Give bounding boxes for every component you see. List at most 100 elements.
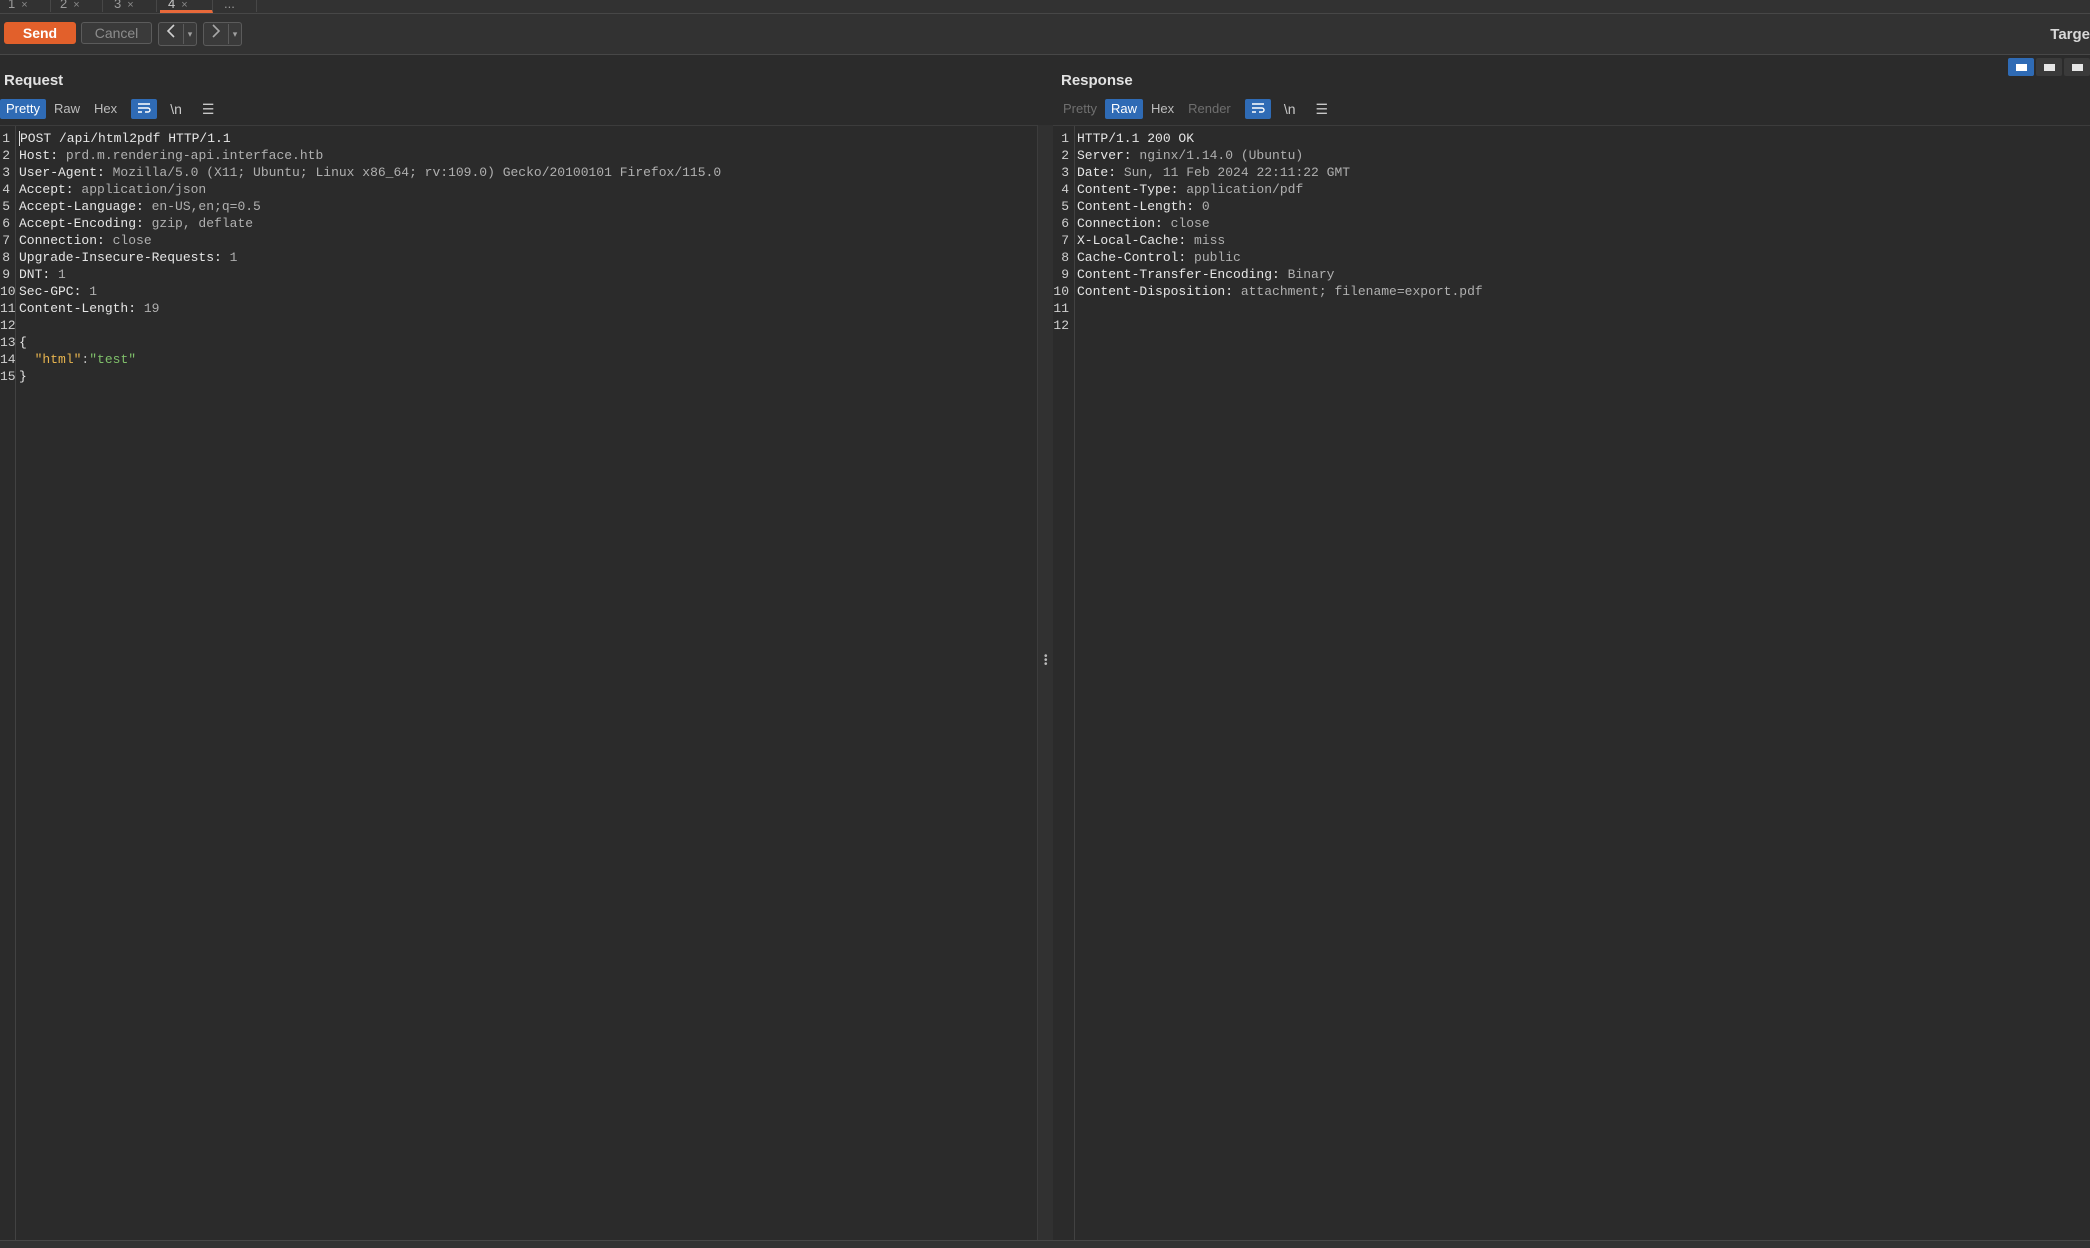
- header-name: {: [19, 335, 27, 350]
- line-number: 8: [1061, 250, 1069, 265]
- chevron-down-icon[interactable]: ▾: [183, 24, 196, 44]
- header-value: prd.m.rendering-api.interface.htb: [58, 148, 324, 163]
- close-icon[interactable]: ×: [73, 0, 79, 11]
- code-line[interactable]: 1 HTTP/1.1 200 OK: [1053, 130, 2090, 147]
- tab-hex[interactable]: Hex: [1145, 99, 1180, 119]
- header-value: public: [1186, 250, 1241, 265]
- line-number: 13: [0, 335, 16, 350]
- header-value: nginx/1.14.0 (Ubuntu): [1131, 148, 1304, 163]
- line-number: 3: [2, 165, 10, 180]
- chevron-left-icon[interactable]: [159, 24, 183, 44]
- newline-toggle-icon[interactable]: \n: [1277, 99, 1303, 119]
- line-number: 11: [0, 301, 16, 316]
- word-wrap-icon[interactable]: [1244, 99, 1271, 119]
- pane-title: Request: [4, 72, 64, 89]
- header-value: 19: [136, 301, 160, 316]
- line-number: 1: [2, 131, 10, 146]
- tab-2[interactable]: 2 ×: [52, 0, 103, 12]
- code-line[interactable]: 2 Host: prd.m.rendering-api.interface.htb: [0, 147, 1037, 164]
- line-content: Content-Length: 19: [19, 300, 159, 317]
- drag-handle-icon[interactable]: • • •: [1044, 652, 1048, 670]
- code-line[interactable]: 4 Content-Type: application/pdf: [1053, 181, 2090, 198]
- tab-hex[interactable]: Hex: [88, 99, 123, 119]
- code-line[interactable]: 3 Date: Sun, 11 Feb 2024 22:11:22 GMT: [1053, 164, 2090, 181]
- header-value: close: [1162, 216, 1210, 231]
- header-name: DNT:: [19, 267, 51, 282]
- menu-icon[interactable]: ☰: [195, 99, 221, 119]
- tab-1[interactable]: 1 ×: [0, 0, 51, 12]
- tab-pretty[interactable]: Pretty: [1057, 99, 1103, 119]
- tab-pretty[interactable]: Pretty: [0, 99, 46, 119]
- close-icon[interactable]: ×: [127, 0, 133, 11]
- request-editor[interactable]: 1 POST /api/html2pdf HTTP/1.1 2 Host: prd.m…: [0, 125, 1037, 1243]
- code-line[interactable]: 3 User-Agent: Mozilla/5.0 (X11; Ubuntu; L…: [0, 164, 1037, 181]
- code-line[interactable]: 9 DNT: 1: [0, 266, 1037, 283]
- code-line[interactable]: 2 Server: nginx/1.14.0 (Ubuntu): [1053, 147, 2090, 164]
- code-line[interactable]: 13{: [0, 334, 1037, 351]
- code-line[interactable]: 10 Content-Disposition: attachment; filen…: [1053, 283, 2090, 300]
- tab-more[interactable]: ...: [216, 0, 257, 12]
- send-button[interactable]: Send: [4, 22, 76, 44]
- header-name: Connection:: [19, 233, 105, 248]
- code-line[interactable]: 11 Content-Length: 19: [0, 300, 1037, 317]
- line-content: Upgrade-Insecure-Requests: 1: [19, 249, 237, 266]
- header-name: Content-Type:: [1077, 182, 1179, 197]
- code-line[interactable]: 1 POST /api/html2pdf HTTP/1.1: [0, 130, 1037, 147]
- response-editor[interactable]: 1 HTTP/1.1 200 OK 2 Server: nginx/1.14.0 (U…: [1053, 125, 2090, 1243]
- header-value: 0: [1194, 199, 1210, 214]
- line-content: Content-Transfer-Encoding: Binary: [1077, 266, 1334, 283]
- tab-raw[interactable]: Raw: [48, 99, 86, 119]
- header-value: Binary: [1279, 267, 1335, 282]
- line-content: X-Local-Cache: miss: [1077, 232, 1225, 249]
- code-line[interactable]: 10 Sec-GPC: 1: [0, 283, 1037, 300]
- tab-4[interactable]: 4 ×: [160, 0, 213, 13]
- code-line[interactable]: 12: [0, 317, 1037, 334]
- line-content: Content-Type: application/pdf: [1077, 181, 1303, 198]
- code-line[interactable]: 8 Cache-Control: public: [1053, 249, 2090, 266]
- header-name: Cache-Control:: [1077, 250, 1187, 265]
- code-line[interactable]: 11: [1053, 300, 2090, 317]
- code-line[interactable]: 7 X-Local-Cache: miss: [1053, 232, 2090, 249]
- header-value: gzip, deflate: [143, 216, 254, 231]
- header-value: application/json: [73, 182, 207, 197]
- tab-raw[interactable]: Raw: [1104, 99, 1143, 119]
- tab-render[interactable]: Render: [1182, 99, 1237, 119]
- header-name: Content-Transfer-Encoding:: [1077, 267, 1280, 282]
- tab-label: 4: [168, 0, 176, 11]
- history-back-group[interactable]: ▾: [158, 22, 197, 46]
- history-forward-group[interactable]: ▾: [203, 22, 242, 46]
- line-content: "html":"test": [19, 351, 136, 368]
- header-name: Connection:: [1077, 216, 1163, 231]
- chevron-down-icon[interactable]: ▾: [228, 24, 241, 44]
- line-number: 10: [1053, 284, 1069, 299]
- code-line[interactable]: 5 Content-Length: 0: [1053, 198, 2090, 215]
- code-line[interactable]: 9 Content-Transfer-Encoding: Binary: [1053, 266, 2090, 283]
- code-line[interactable]: 15}: [0, 368, 1037, 385]
- code-line[interactable]: 12: [1053, 317, 2090, 334]
- code-line[interactable]: 6 Connection: close: [1053, 215, 2090, 232]
- code-line[interactable]: 4 Accept: application/json: [0, 181, 1037, 198]
- code-line[interactable]: 5 Accept-Language: en-US,en;q=0.5: [0, 198, 1037, 215]
- code-line[interactable]: 14 "html":"test": [0, 351, 1037, 368]
- word-wrap-icon[interactable]: [131, 99, 158, 119]
- tab-3[interactable]: 3 ×: [106, 0, 157, 12]
- code-line[interactable]: 6 Accept-Encoding: gzip, deflate: [0, 215, 1037, 232]
- header-name: Date:: [1077, 165, 1117, 180]
- header-value: Mozilla/5.0 (X11; Ubuntu; Linux x86_64; …: [104, 165, 722, 180]
- menu-icon[interactable]: ☰: [1309, 99, 1335, 119]
- close-icon[interactable]: ×: [21, 0, 27, 11]
- newline-toggle-icon[interactable]: \n: [163, 99, 189, 119]
- line-content: {: [19, 334, 27, 351]
- header-name: Content-Disposition:: [1077, 284, 1234, 299]
- chevron-right-icon[interactable]: [204, 24, 228, 44]
- line-content: Content-Length: 0: [1077, 198, 1210, 215]
- target-label[interactable]: Targe: [2050, 26, 2090, 43]
- code-line[interactable]: 8 Upgrade-Insecure-Requests: 1: [0, 249, 1037, 266]
- tab-label: 2: [60, 0, 68, 11]
- cancel-button[interactable]: Cancel: [81, 22, 152, 44]
- line-number: 7: [1061, 233, 1069, 248]
- code-line[interactable]: 7 Connection: close: [0, 232, 1037, 249]
- line-content: Content-Disposition: attachment; filenam…: [1077, 283, 1483, 300]
- close-icon[interactable]: ×: [181, 0, 187, 11]
- header-value: 1: [81, 284, 98, 299]
